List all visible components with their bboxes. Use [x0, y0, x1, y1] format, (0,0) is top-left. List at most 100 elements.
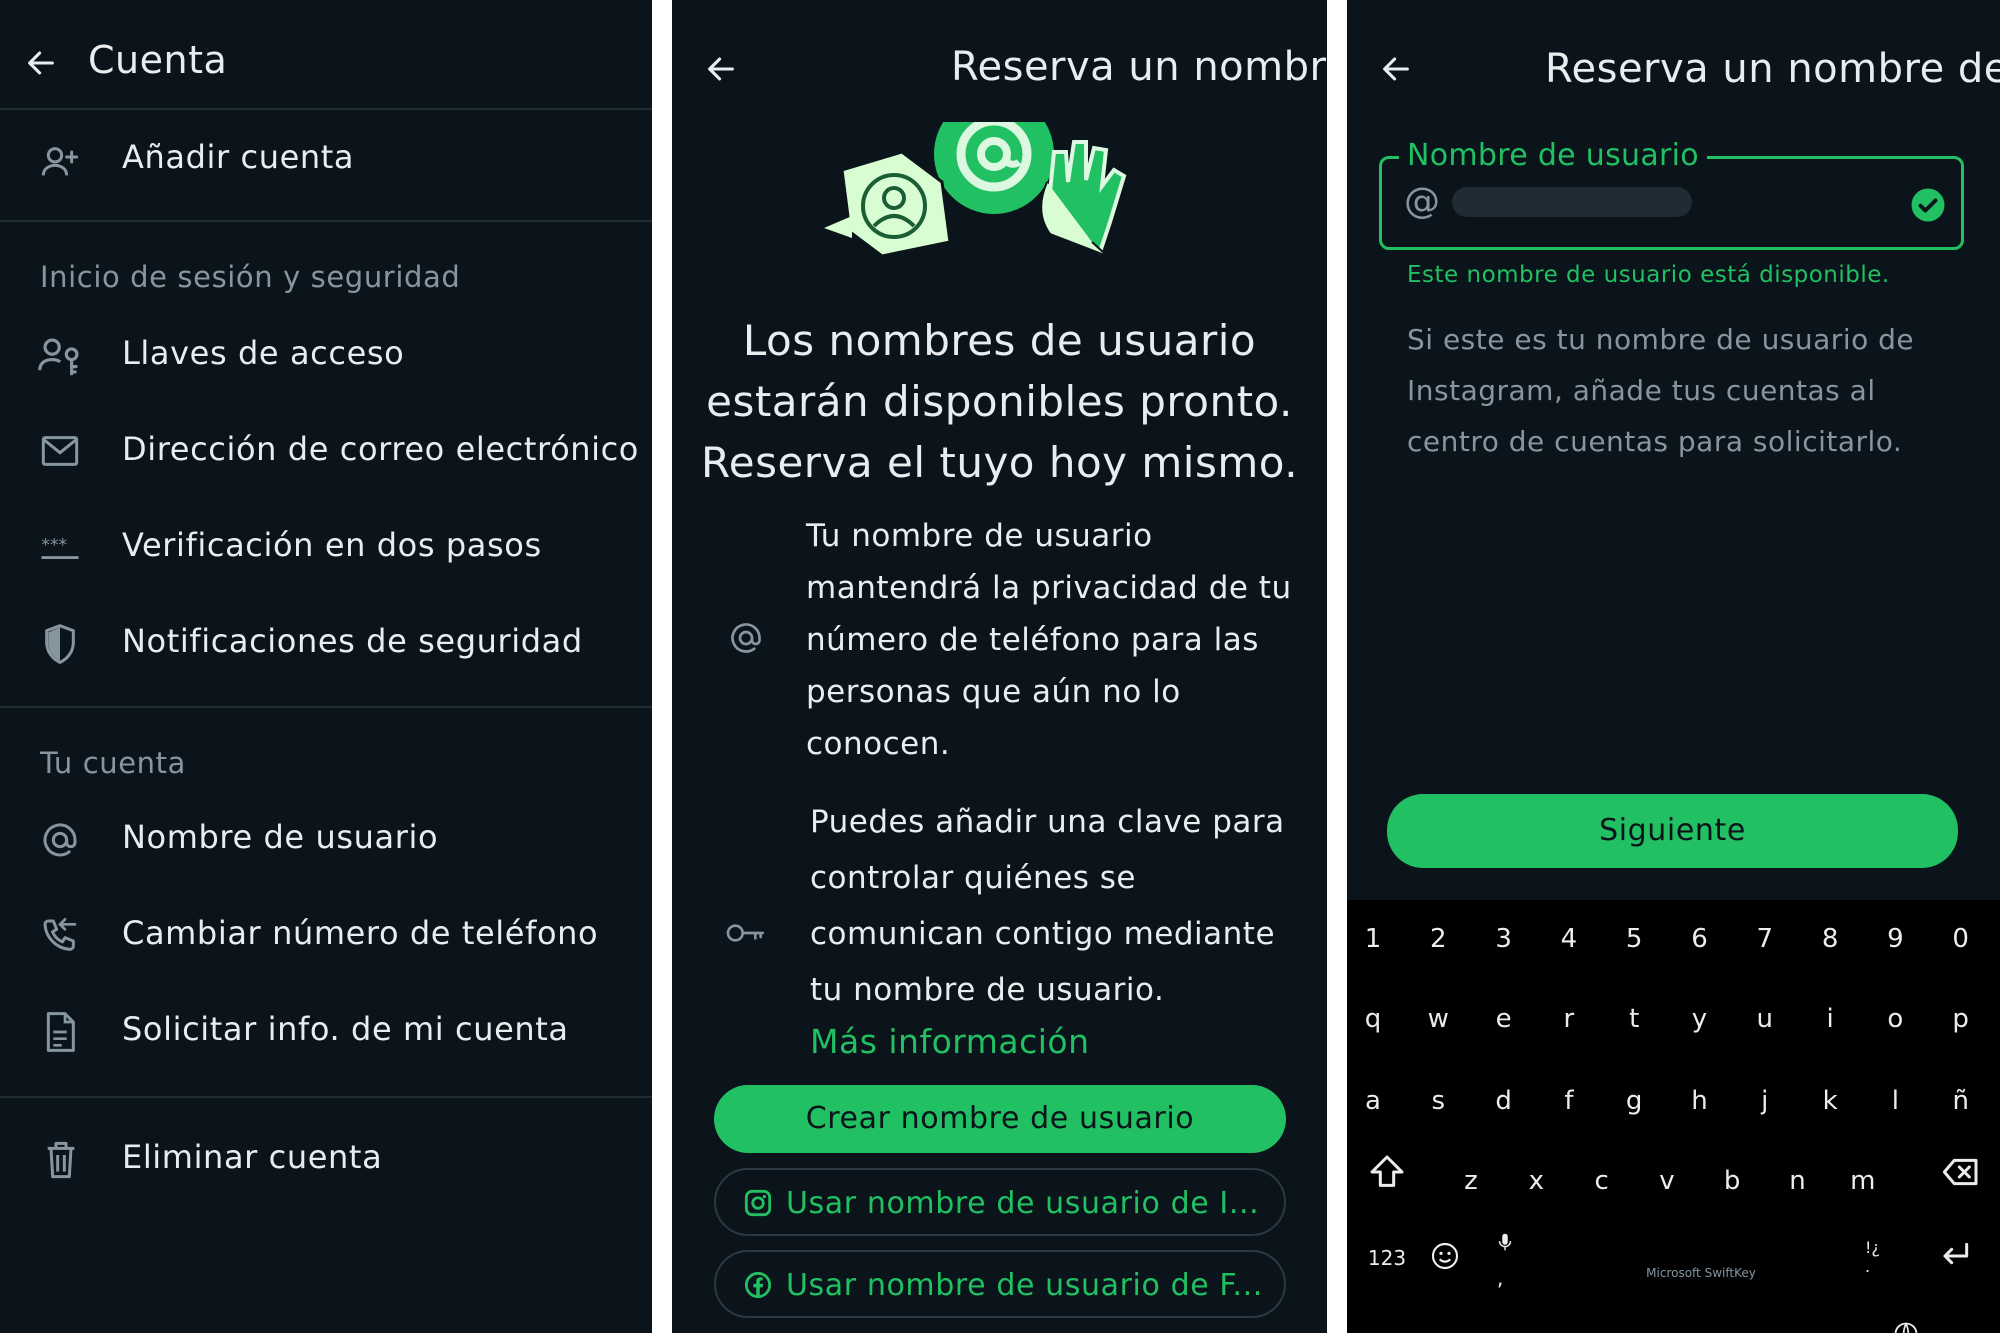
arrow-left-icon[interactable] [1379, 52, 1413, 86]
shield-icon [42, 624, 78, 664]
availability-message: Este nombre de usuario está disponible. [1407, 262, 1890, 288]
key-4[interactable]: 4 [1549, 924, 1589, 954]
key-f[interactable]: f [1549, 1086, 1589, 1116]
key-7[interactable]: 7 [1745, 924, 1785, 954]
key-l[interactable]: l [1875, 1086, 1915, 1116]
two-step-label: Verificación en dos pasos [122, 526, 542, 564]
security-notifications-item[interactable]: Notificaciones de seguridad [0, 606, 652, 686]
key-t[interactable]: t [1614, 1004, 1654, 1034]
key-5[interactable]: 5 [1614, 924, 1654, 954]
numbers-key[interactable]: 123 [1357, 1246, 1417, 1270]
change-number-item[interactable]: Cambiar número de teléfono [0, 898, 652, 978]
mail-icon [40, 434, 80, 468]
key-b[interactable]: b [1712, 1166, 1752, 1196]
key-1[interactable]: 1 [1353, 924, 1393, 954]
key-u[interactable]: u [1745, 1004, 1785, 1034]
section-title-your-account: Tu cuenta [40, 746, 186, 780]
emoji-key[interactable] [1425, 1240, 1465, 1276]
next-button[interactable]: Siguiente [1387, 794, 1958, 868]
globe-icon[interactable] [1891, 1320, 1921, 1333]
feature-line: conocen. [806, 726, 951, 762]
feature-line: Puedes añadir una clave para [810, 804, 1285, 840]
key-8[interactable]: 8 [1810, 924, 1850, 954]
key-s[interactable]: s [1418, 1086, 1458, 1116]
key-w[interactable]: w [1418, 1004, 1458, 1034]
key-d[interactable]: d [1484, 1086, 1524, 1116]
section-title-security: Inicio de sesión y seguridad [40, 260, 461, 294]
key-j[interactable]: j [1745, 1086, 1785, 1116]
key-a[interactable]: a [1353, 1086, 1393, 1116]
instagram-hint: Si este es tu nombre de usuario de Insta… [1407, 314, 1977, 467]
hint-line: centro de cuentas para solicitarlo. [1407, 425, 1903, 458]
mic-key[interactable] [1491, 1230, 1519, 1266]
key-h[interactable]: h [1680, 1086, 1720, 1116]
create-username-button[interactable]: Crear nombre de usuario [714, 1085, 1286, 1153]
feature-key-text: Puedes añadir una clave para controlar q… [810, 794, 1320, 1018]
svg-text:***: *** [41, 535, 67, 555]
on-screen-keyboard: 1234567890qwertyuiopasdfghjklñzxcvbnm 12… [1347, 900, 2000, 1333]
comma-key[interactable]: , [1497, 1266, 1503, 1290]
key-x[interactable]: x [1516, 1166, 1556, 1196]
passkeys-label: Llaves de acceso [122, 334, 405, 372]
passkeys-item[interactable]: Llaves de acceso [0, 318, 652, 398]
key-ñ[interactable]: ñ [1941, 1086, 1981, 1116]
headline-line-2: estarán disponibles pronto. [706, 377, 1293, 426]
use-instagram-username-button[interactable]: Usar nombre de usuario de I... [714, 1168, 1286, 1236]
key-n[interactable]: n [1778, 1166, 1818, 1196]
key-m[interactable]: m [1843, 1166, 1883, 1196]
use-facebook-label: Usar nombre de usuario de F... [786, 1268, 1263, 1303]
email-label: Dirección de correo electrónico [122, 430, 639, 468]
page-title: Reserva un nombre de [1545, 46, 2000, 92]
key-z[interactable]: z [1451, 1166, 1491, 1196]
delete-account-item[interactable]: Eliminar cuenta [0, 1122, 652, 1202]
key-r[interactable]: r [1549, 1004, 1589, 1034]
delete-account-label: Eliminar cuenta [122, 1138, 383, 1176]
person-add-icon [40, 142, 80, 182]
key-2[interactable]: 2 [1418, 924, 1458, 954]
arrow-left-icon[interactable] [704, 52, 738, 86]
change-number-label: Cambiar número de teléfono [122, 914, 599, 952]
feature-line: comunican contigo mediante [810, 916, 1276, 952]
headline: Los nombres de usuario estarán disponibl… [672, 310, 1327, 493]
username-item[interactable]: Nombre de usuario [0, 802, 652, 882]
key-c[interactable]: c [1582, 1166, 1622, 1196]
email-item[interactable]: Dirección de correo electrónico [0, 414, 652, 494]
key-g[interactable]: g [1614, 1086, 1654, 1116]
arrow-left-icon[interactable] [24, 46, 58, 80]
period-key[interactable]: !¿. [1865, 1238, 1880, 1276]
key-0[interactable]: 0 [1941, 924, 1981, 954]
shift-key[interactable] [1365, 1152, 1409, 1192]
two-step-item[interactable]: *** Verificación en dos pasos [0, 510, 652, 590]
request-info-item[interactable]: Solicitar info. de mi cuenta [0, 994, 652, 1074]
use-facebook-username-button[interactable]: Usar nombre de usuario de F... [714, 1250, 1286, 1318]
space-bar[interactable]: Microsoft SwiftKey [1531, 1240, 1871, 1290]
key-v[interactable]: v [1647, 1166, 1687, 1196]
account-settings-screen: Cuenta Añadir cuenta Inicio de sesión y … [0, 0, 652, 1333]
key-3[interactable]: 3 [1484, 924, 1524, 954]
key-e[interactable]: e [1484, 1004, 1524, 1034]
feature-line: número de teléfono para las [806, 622, 1259, 658]
add-account-label: Añadir cuenta [122, 138, 355, 176]
reserve-username-intro-screen: Reserva un nombre Los nombres de usuario… [672, 0, 1327, 1333]
key-9[interactable]: 9 [1875, 924, 1915, 954]
key-k[interactable]: k [1810, 1086, 1850, 1116]
key-q[interactable]: q [1353, 1004, 1393, 1034]
security-notifications-label: Notificaciones de seguridad [122, 622, 583, 660]
keyboard-brand: Microsoft SwiftKey [1646, 1266, 1756, 1280]
divider [0, 220, 652, 222]
key-i[interactable]: i [1810, 1004, 1850, 1034]
divider [0, 1096, 652, 1098]
backspace-key[interactable] [1939, 1152, 1983, 1192]
username-illustration [822, 122, 1132, 262]
request-info-label: Solicitar info. de mi cuenta [122, 1010, 569, 1048]
enter-key[interactable] [1931, 1236, 1979, 1276]
feature-line: tu nombre de usuario. [810, 972, 1165, 1008]
key-o[interactable]: o [1875, 1004, 1915, 1034]
key-p[interactable]: p [1941, 1004, 1981, 1034]
more-info-link[interactable]: Más información [810, 1022, 1090, 1061]
reserve-username-form-screen: Reserva un nombre de @ Nombre de usuario… [1347, 0, 2000, 1333]
trash-icon [44, 1140, 78, 1180]
key-y[interactable]: y [1680, 1004, 1720, 1034]
add-account-item[interactable]: Añadir cuenta [0, 112, 652, 216]
key-6[interactable]: 6 [1680, 924, 1720, 954]
